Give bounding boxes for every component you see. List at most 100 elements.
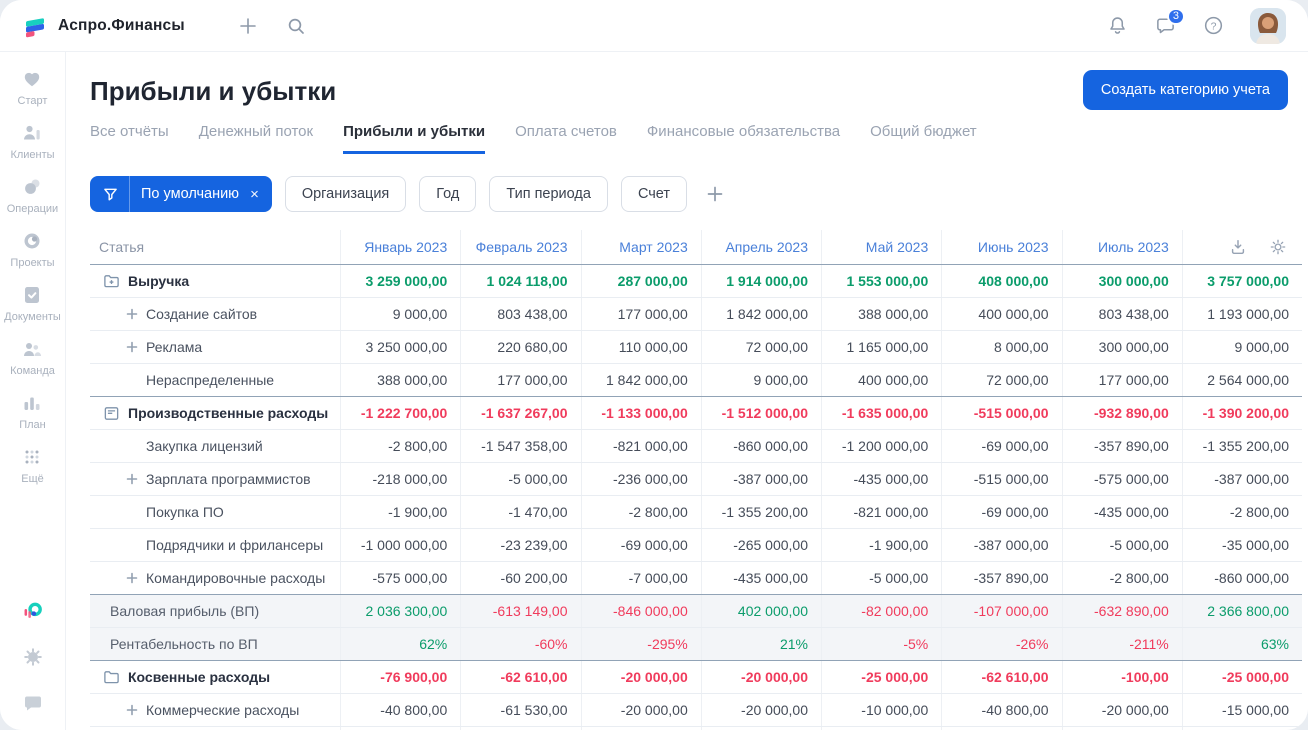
bell-icon[interactable] [1106,15,1128,37]
plan-icon [21,392,43,414]
report-tabs: Все отчёты Денежный поток Прибыли и убытки… [90,123,1308,154]
chat-icon[interactable]: 3 [1154,7,1185,37]
add-entity-button[interactable] [237,15,259,37]
avatar[interactable] [1250,7,1286,44]
row-label-cell[interactable]: Валовая прибыль (ВП) [90,595,340,627]
row-label-cell[interactable]: Производственные расходы [90,397,340,429]
row-label-cell[interactable]: Создание сайтов [90,298,340,330]
tab-все-отчёты[interactable]: Все отчёты [90,123,169,154]
month-header[interactable]: Март 2023 [580,230,701,264]
sidebar-item-план[interactable]: План [4,392,61,431]
tab-оплата-счетов[interactable]: Оплата счетов [515,123,617,154]
help-icon[interactable]: ? [1202,15,1224,37]
sidebar-item-проекты[interactable]: Проекты [4,230,61,269]
card-lines-icon[interactable] [102,405,120,422]
filter-button-счет[interactable]: Счет [620,176,688,212]
row-label-cell[interactable]: Покупка ПО [90,496,340,528]
value-cell: 110 000,00 [580,331,701,363]
row-label-cell[interactable]: Командировочные расходы [90,562,340,594]
row-label-cell[interactable]: Рентабельность по ВП [90,628,340,660]
projects-icon [21,230,43,252]
row-label: Выручка [128,273,190,289]
value-cell: 388 000,00 [821,298,941,330]
download-icon[interactable] [1227,236,1249,258]
folder-plus-icon[interactable] [102,273,120,290]
value-cell: 400 000,00 [821,364,941,396]
value-cell: -20 000,00 [700,694,821,726]
table-row[interactable]: Закупка лицензий -2 800,00 -1 547 358,00-… [90,429,1302,462]
create-category-button[interactable]: Создать категорию учета [1082,70,1288,110]
row-label-cell[interactable]: Реклама [90,331,340,363]
value-cell: 177 000,00 [460,364,580,396]
sidebar-item-клиенты[interactable]: Клиенты [4,122,61,161]
value-cell: -435 000,00 [1061,496,1182,528]
value-cell: 400 000,00 [941,298,1061,330]
sidebar-item-label: Клиенты [10,149,55,161]
tab-денежный-поток[interactable]: Денежный поток [199,123,313,154]
table-row[interactable]: Командировочные расходы -575 000,00 -60 2… [90,561,1302,594]
value-cell: -100,00 [1061,661,1182,693]
row-label-cell[interactable]: Зарплата программистов [90,463,340,495]
folder-icon[interactable] [102,669,120,686]
app-name: Аспро.Финансы [58,16,185,34]
filter-button-тип-периода[interactable]: Тип периода [489,176,608,212]
table-row[interactable]: Выручка 3 259 000,00 1 024 118,00 287 000,… [90,264,1302,297]
table-row[interactable]: Управленческие расходы -36 100,00-1 080,… [90,726,1302,730]
table-row[interactable]: Создание сайтов 9 000,00 803 438,00 177 00… [90,297,1302,330]
month-header[interactable]: Май 2023 [821,230,941,264]
row-label-cell[interactable]: Коммерческие расходы [90,694,340,726]
month-header[interactable]: Июнь 2023 [941,230,1061,264]
sidebar-item-ещё[interactable]: Ещё [4,446,61,485]
sidebar-item-документы[interactable]: Документы [4,284,61,323]
table-settings-icon[interactable] [1267,236,1289,258]
table-row[interactable]: Нераспределенные 388 000,00 177 000,00 1 8… [90,363,1302,396]
tab-общий-бюджет[interactable]: Общий бюджет [870,123,977,154]
search-icon[interactable] [285,15,307,37]
row-label-cell[interactable]: Косвенные расходы [90,661,340,693]
table-row[interactable]: Коммерческие расходы -40 800,00 -61 530,0… [90,693,1302,726]
table-row[interactable]: Покупка ПО -1 900,00 -1 470,00 -2 800,00 -1… [90,495,1302,528]
sidebar-item-команда[interactable]: Команда [4,338,61,377]
value-cell: 63% [1181,628,1302,660]
filter-button-организация[interactable]: Организация [284,176,407,212]
gear-icon[interactable] [22,646,44,668]
month-header[interactable]: Апрель 2023 [700,230,821,264]
table-row[interactable]: Валовая прибыль (ВП) 2 036 300,00 -613 14… [90,594,1302,627]
table-row[interactable]: Рентабельность по ВП 62% -60% -295% 21% -5% -… [90,627,1302,660]
month-header[interactable]: Январь 2023 [340,230,460,264]
table-row[interactable]: Зарплата программистов -218 000,00 -5 000… [90,462,1302,495]
expand-plus-icon[interactable] [123,308,141,320]
value-cell: -62 610,00 [941,661,1061,693]
sidebar-item-label: Команда [10,365,55,377]
active-filter-chip[interactable]: По умолчанию × [90,176,272,212]
filter-button-год[interactable]: Год [419,176,477,212]
tab-прибыли-и-убытки[interactable]: Прибыли и убытки [343,123,486,154]
value-cell: 220 680,00 [460,331,580,363]
table-row[interactable]: Реклама 3 250 000,00 220 680,00 110 000,00… [90,330,1302,363]
row-label-cell[interactable]: Выручка [90,265,340,297]
table-row[interactable]: Производственные расходы -1 222 700,00 -1… [90,396,1302,429]
expand-plus-icon[interactable] [123,341,141,353]
value-cell: -1 637 267,00 [460,397,580,429]
sidebar-item-старт[interactable]: Старт [4,68,61,107]
table-row[interactable]: Косвенные расходы -76 900,00 -62 610,00 -2… [90,660,1302,693]
month-header[interactable]: Июль 2023 [1061,230,1182,264]
row-label: Валовая прибыль (ВП) [110,603,260,619]
clear-filter-icon[interactable]: × [250,186,259,203]
expand-plus-icon[interactable] [123,704,141,716]
row-label-cell[interactable]: Подрядчики и фрилансеры [90,529,340,561]
expand-plus-icon[interactable] [123,572,141,584]
row-label-cell[interactable]: Нераспределенные [90,364,340,396]
expand-plus-icon[interactable] [123,473,141,485]
main-content: Прибыли и убытки Создать категорию учета… [66,52,1308,730]
month-header[interactable]: Февраль 2023 [460,230,580,264]
feedback-icon[interactable] [22,692,44,714]
sidebar-item-операции[interactable]: Операции [4,176,61,215]
aspro-logo-icon[interactable] [22,600,44,622]
row-label-cell[interactable]: Закупка лицензий [90,430,340,462]
value-cell: 177 000,00 [1061,364,1182,396]
tab-финансовые-обязательства[interactable]: Финансовые обязательства [647,123,840,154]
value-cell: -1 547 358,00 [460,430,580,462]
add-filter-button[interactable] [704,183,726,205]
table-row[interactable]: Подрядчики и фрилансеры -1 000 000,00 -23… [90,528,1302,561]
